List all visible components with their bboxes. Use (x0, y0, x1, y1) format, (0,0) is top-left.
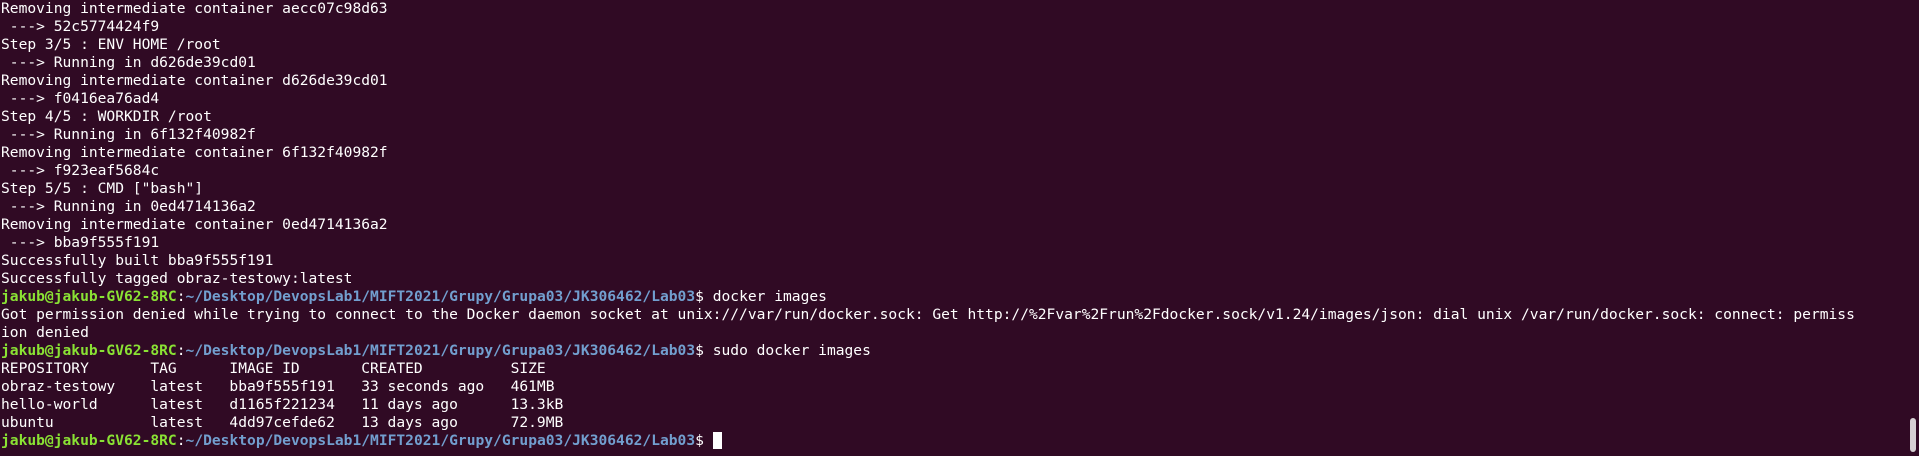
table-row: obraz-testowy latest bba9f555f191 33 second… (1, 378, 1919, 396)
prompt-path: ~/Desktop/DevopsLab1/MIFT2021/Grupy/Grup… (185, 342, 696, 359)
prompt-separator: : (176, 288, 186, 305)
table-cell: latest (150, 396, 204, 413)
output-line: ---> Running in 6f132f40982f (1, 126, 256, 143)
output-line: Removing intermediate container 0ed47141… (1, 216, 388, 233)
output-line: Removing intermediate container d626de39… (1, 72, 388, 89)
table-cell: 13.3kB (510, 396, 564, 413)
table-header: TAG (150, 360, 177, 377)
prompt-line: jakub@jakub-GV62-8RC:~/Desktop/DevopsLab… (1, 288, 1919, 306)
prompt-path: ~/Desktop/DevopsLab1/MIFT2021/Grupy/Grup… (185, 288, 696, 305)
output-line: Successfully tagged obraz-testowy:latest (1, 270, 353, 287)
table-cell: d1165f221234 (229, 396, 335, 413)
prompt-user-host: jakub@jakub-GV62-8RC (1, 288, 177, 305)
table-cell: latest (150, 378, 204, 395)
output-line: ---> 52c5774424f9 (1, 18, 160, 35)
output-line: Successfully built bba9f555f191 (1, 252, 274, 269)
table-cell: 11 days ago (361, 396, 458, 413)
prompt-symbol: $ (695, 342, 713, 359)
output-line: ---> f0416ea76ad4 (1, 90, 160, 107)
table-cell: 461MB (510, 378, 555, 395)
output-line: ---> Running in d626de39cd01 (1, 54, 256, 71)
command-text: docker images (712, 288, 827, 305)
terminal-window[interactable]: Removing intermediate container aecc07c9… (0, 0, 1919, 456)
prompt-line: jakub@jakub-GV62-8RC:~/Desktop/DevopsLab… (1, 342, 1919, 360)
error-line: ion denied (1, 324, 89, 341)
table-cell: 72.9MB (510, 414, 564, 431)
output-line: ---> Running in 0ed4714136a2 (1, 198, 256, 215)
table-cell: 4dd97cefde62 (229, 414, 335, 431)
output-line: Step 5/5 : CMD ["bash"] (1, 180, 204, 197)
scrollbar[interactable] (1910, 0, 1916, 456)
table-header-row: REPOSITORY TAG IMAGE ID CREATED SIZE (1, 360, 1919, 378)
prompt-symbol: $ (695, 288, 713, 305)
prompt-path: ~/Desktop/DevopsLab1/MIFT2021/Grupy/Grup… (185, 432, 696, 449)
output-line: ---> f923eaf5684c (1, 162, 160, 179)
table-header: CREATED (361, 360, 423, 377)
output-line: Removing intermediate container 6f132f40… (1, 144, 388, 161)
table-header: REPOSITORY (1, 360, 89, 377)
command-text: sudo docker images (712, 342, 871, 359)
output-line: Removing intermediate container aecc07c9… (1, 0, 388, 17)
prompt-separator: : (176, 432, 186, 449)
table-cell: ubuntu (1, 414, 54, 431)
output-line: Step 4/5 : WORKDIR /root (1, 108, 212, 125)
table-cell: 13 days ago (361, 414, 458, 431)
table-header: IMAGE ID (229, 360, 300, 377)
table-cell: hello-world (1, 396, 98, 413)
error-line: Got permission denied while trying to co… (1, 306, 1855, 323)
prompt-user-host: jakub@jakub-GV62-8RC (1, 432, 177, 449)
table-cell: obraz-testowy (1, 378, 116, 395)
output-line: Step 3/5 : ENV HOME /root (1, 36, 221, 53)
prompt-separator: : (176, 342, 186, 359)
table-header: SIZE (510, 360, 546, 377)
output-line: ---> bba9f555f191 (1, 234, 160, 251)
prompt-symbol: $ (695, 432, 713, 449)
scrollbar-thumb[interactable] (1910, 418, 1916, 452)
text-cursor[interactable] (712, 432, 722, 449)
table-row: ubuntu latest 4dd97cefde62 13 days ago 72.9M… (1, 414, 1919, 432)
prompt-line: jakub@jakub-GV62-8RC:~/Desktop/DevopsLab… (1, 432, 1919, 450)
table-cell: 33 seconds ago (361, 378, 485, 395)
terminal-output: Removing intermediate container aecc07c9… (1, 0, 1919, 450)
prompt-user-host: jakub@jakub-GV62-8RC (1, 342, 177, 359)
table-cell: bba9f555f191 (229, 378, 335, 395)
table-cell: latest (150, 414, 204, 431)
table-row: hello-world latest d1165f221234 11 days ago… (1, 396, 1919, 414)
